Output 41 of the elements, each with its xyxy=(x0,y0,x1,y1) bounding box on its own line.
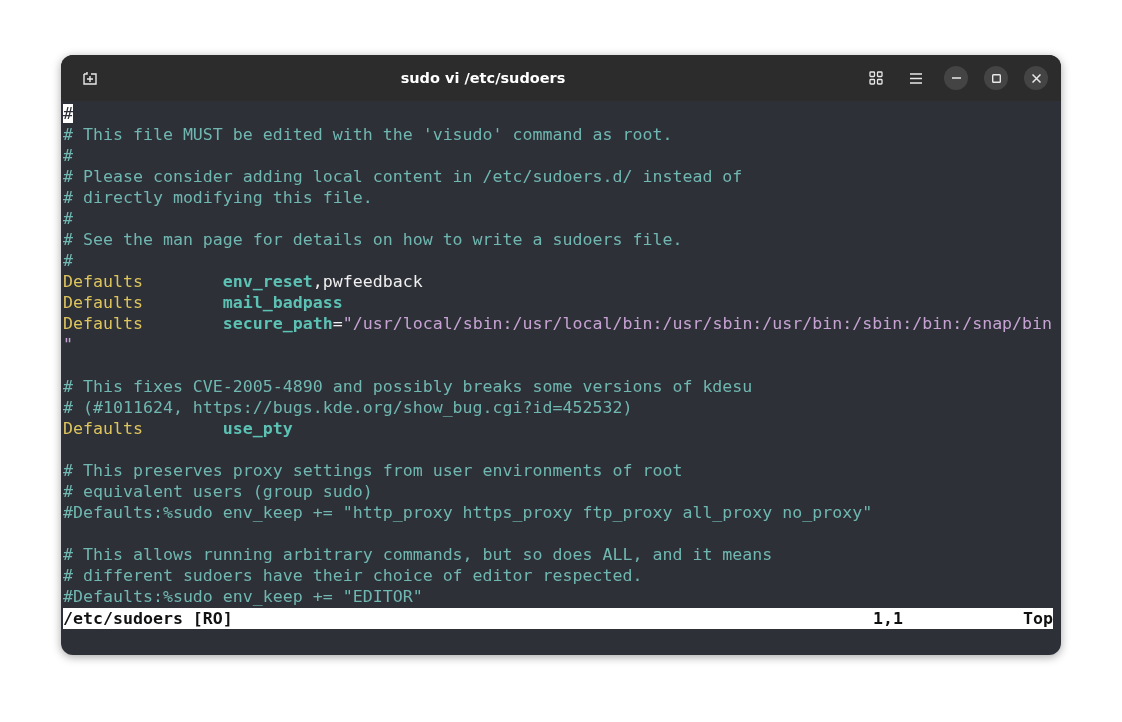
cursor-text: # xyxy=(63,104,73,123)
keyword-text: Defaults xyxy=(63,293,143,312)
comment-text: # This allows running arbitrary commands, but so does ALL, and it means xyxy=(63,545,773,564)
close-icon xyxy=(1031,73,1041,83)
code-text: ,pwfeedback xyxy=(312,272,423,291)
new-tab-icon xyxy=(82,70,98,86)
comment-text: # (#1011624, https://bugs.kde.org/show_bug.cgi?id=452532) xyxy=(63,398,633,417)
keyword-text: Defaults xyxy=(63,419,143,438)
code-text: = xyxy=(332,314,343,333)
scroll-position: Top xyxy=(1023,608,1053,629)
option-name: env_reset xyxy=(222,272,313,291)
comment-text: # xyxy=(63,209,73,228)
comment-text: # directly modifying this file. xyxy=(63,188,373,207)
comment-text: # different sudoers have their choice of editor respected. xyxy=(63,566,643,585)
string-text: " xyxy=(63,335,73,354)
window-title: sudo vi /etc/sudoers xyxy=(399,70,567,86)
file-name: /etc/sudoers [RO] xyxy=(63,608,233,629)
option-name: mail_badpass xyxy=(222,293,343,312)
comment-text: #Defaults:%sudo env_keep += "http_proxy https_proxy ftp_proxy all_proxy no_proxy" xyxy=(63,503,873,522)
grid-icon xyxy=(869,71,883,85)
keyword-text: Defaults xyxy=(63,314,143,333)
comment-text: # This file MUST be edited with the 'visudo' command as root. xyxy=(63,125,673,144)
minimize-icon xyxy=(951,77,961,79)
comment-text: # This preserves proxy settings from user environments of root xyxy=(63,461,683,480)
comment-text: # Please consider adding local content in /etc/sudoers.d/ instead of xyxy=(63,167,743,186)
maximize-button[interactable] xyxy=(984,66,1008,90)
minimize-button[interactable] xyxy=(944,66,968,90)
close-button[interactable] xyxy=(1024,66,1048,90)
comment-text: # See the man page for details on how to write a sudoers file. xyxy=(63,230,683,249)
string-text: "/usr/local/sbin:/usr/local/bin:/usr/sbin:/usr/bin:/sbin:/bin:/snap/bin xyxy=(342,314,1053,333)
option-name: use_pty xyxy=(222,419,293,438)
cursor-position: 1,1 xyxy=(873,608,903,629)
keyword-text: Defaults xyxy=(63,272,143,291)
option-name: secure_path xyxy=(222,314,333,333)
menu-icon xyxy=(910,72,922,84)
maximize-icon xyxy=(991,73,1001,83)
comment-text: # xyxy=(63,251,73,270)
comment-text: # This fixes CVE-2005-4890 and possibly breaks some versions of kdesu xyxy=(63,377,753,396)
comment-text: #Defaults:%sudo env_keep += "EDITOR" xyxy=(63,587,423,606)
comment-text: # equivalent users (group sudo) xyxy=(63,482,373,501)
comment-text: # xyxy=(63,146,73,165)
